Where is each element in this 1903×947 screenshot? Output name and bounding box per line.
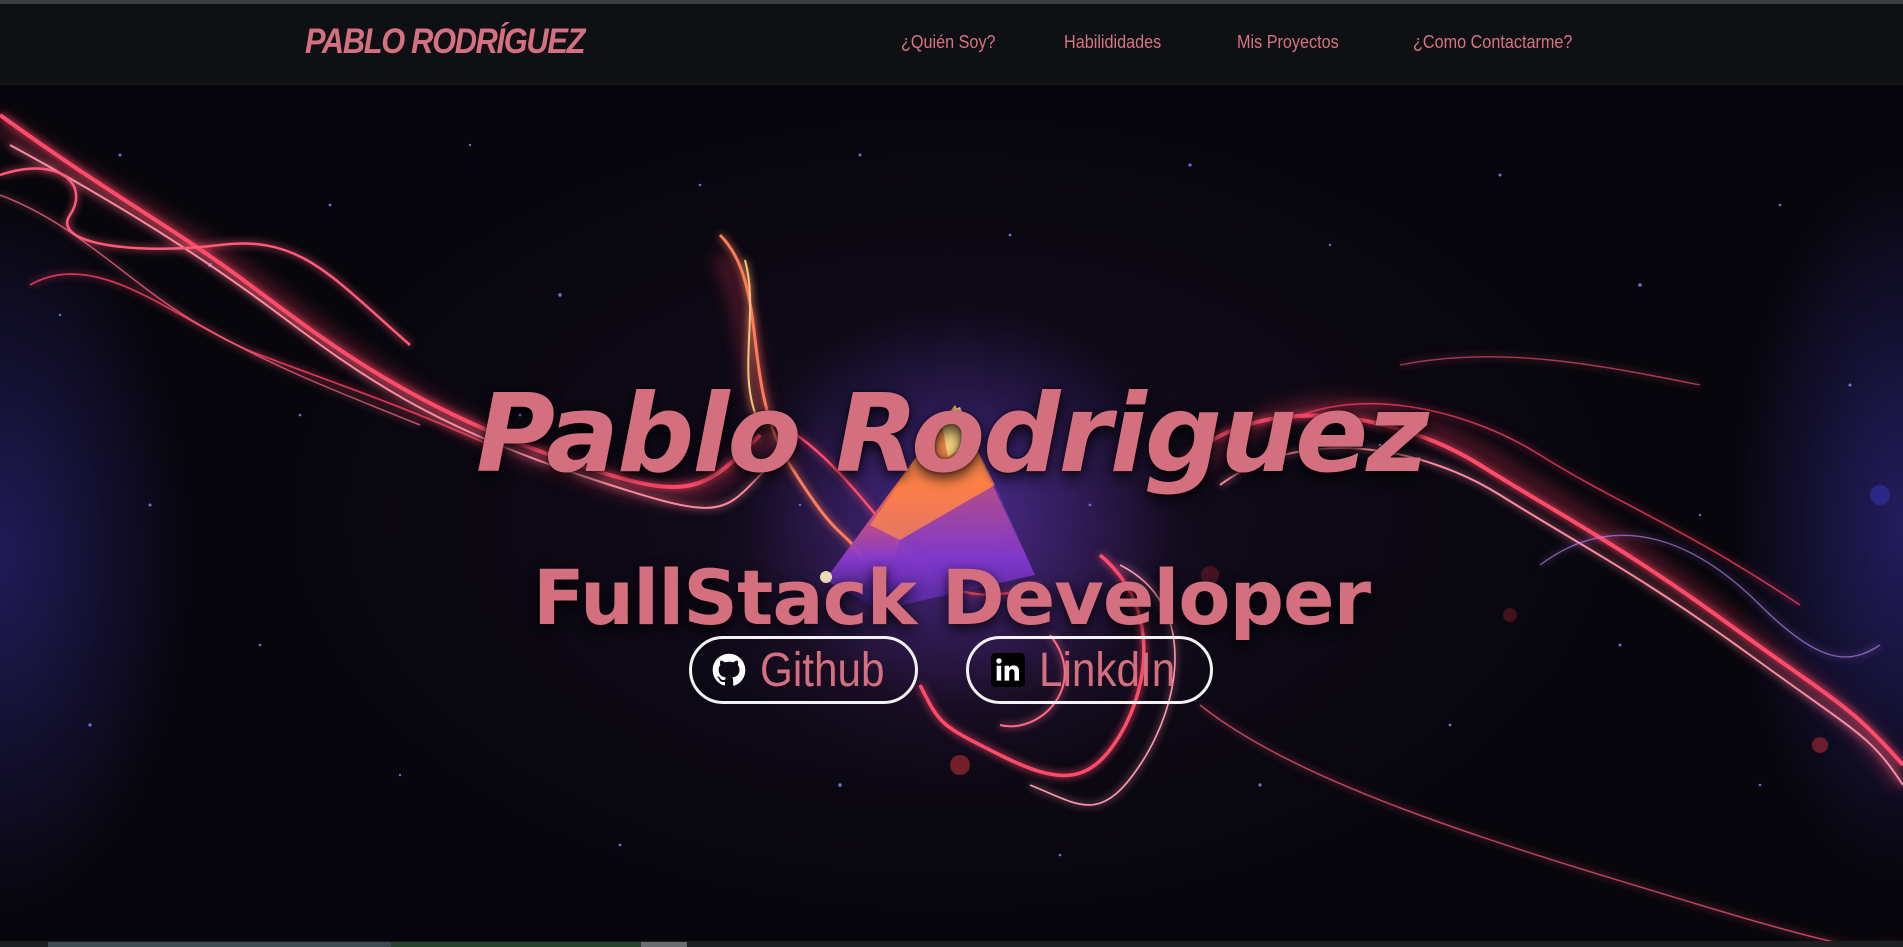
linkedin-icon [991, 653, 1025, 687]
github-button-label: Github [760, 643, 885, 697]
background-artwork [0, 113, 1903, 947]
navbar: PABLO RODRÍGUEZ ¿Quién Soy? Habilididade… [0, 4, 1903, 85]
nav-link-quien-soy[interactable]: ¿Quién Soy? [901, 32, 996, 53]
hero-subtitle: FullStack Developer [532, 553, 1371, 643]
hero-title: Pablo Rodriguez [475, 372, 1429, 498]
horizontal-scrollbar[interactable] [0, 941, 1903, 947]
page: PABLO RODRÍGUEZ ¿Quién Soy? Habilididade… [0, 0, 1903, 947]
github-icon [712, 653, 746, 686]
github-button[interactable]: Github [689, 636, 918, 704]
scrollbar-segment [48, 942, 391, 947]
nav-link-contacto[interactable]: ¿Como Contactarme? [1413, 32, 1572, 53]
nav-link-proyectos[interactable]: Mis Proyectos [1237, 32, 1339, 53]
linkedin-button-label: LinkdIn [1039, 643, 1176, 697]
hero-section: Pablo Rodriguez FullStack Developer Gith… [0, 85, 1903, 947]
nav-link-habilidades[interactable]: Habilididades [1064, 32, 1161, 53]
scrollbar-thumb[interactable] [641, 942, 687, 947]
scrollbar-segment [391, 942, 641, 947]
nav-links: ¿Quién Soy? Habilididades Mis Proyectos … [0, 32, 1903, 62]
linkedin-button[interactable]: LinkdIn [966, 636, 1213, 704]
